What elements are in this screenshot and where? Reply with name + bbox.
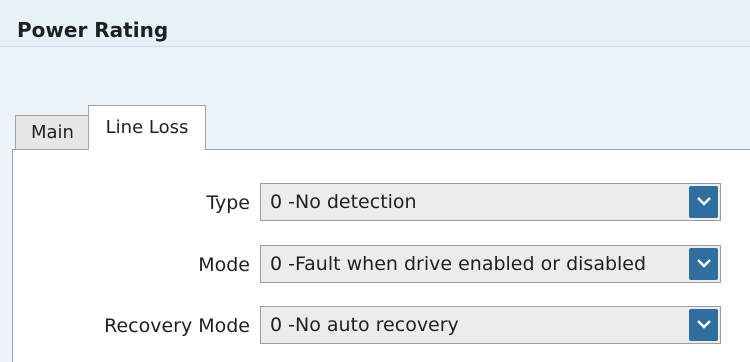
type-value: 0 -No detection xyxy=(270,191,417,213)
type-dropdown[interactable]: 0 -No detection xyxy=(260,183,721,221)
mode-label: Mode xyxy=(198,254,250,276)
tab-line-loss[interactable]: Line Loss xyxy=(88,105,206,150)
chevron-down-icon xyxy=(697,320,711,329)
section-title: Power Rating xyxy=(17,18,169,42)
section-header: Power Rating xyxy=(0,0,750,47)
recovery-mode-label: Recovery Mode xyxy=(104,315,250,337)
mode-dropdown[interactable]: 0 -Fault when drive enabled or disabled xyxy=(260,245,721,283)
tab-main[interactable]: Main xyxy=(15,115,89,150)
chevron-down-icon xyxy=(697,197,711,206)
chevron-down-icon xyxy=(697,259,711,268)
mode-value: 0 -Fault when drive enabled or disabled xyxy=(270,253,647,275)
mode-dropdown-button[interactable] xyxy=(689,248,718,280)
recovery-mode-value: 0 -No auto recovery xyxy=(270,314,459,336)
recovery-mode-dropdown[interactable]: 0 -No auto recovery xyxy=(260,306,721,344)
type-dropdown-button[interactable] xyxy=(689,186,718,218)
recovery-mode-dropdown-button[interactable] xyxy=(689,309,718,341)
type-label: Type xyxy=(206,192,250,214)
